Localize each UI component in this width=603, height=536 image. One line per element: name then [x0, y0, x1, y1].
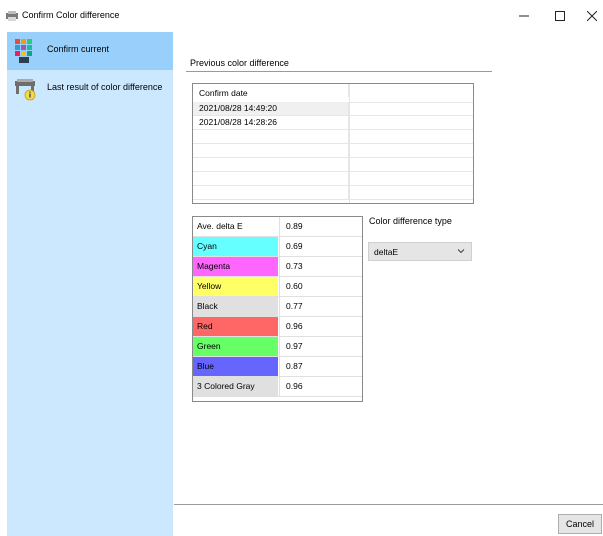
- list-item: [193, 130, 473, 144]
- printer-info-icon: [15, 79, 36, 101]
- sidebar-item-label: Last result of color difference: [47, 82, 163, 92]
- row-name: Green: [193, 337, 278, 356]
- table-row: Green 0.97: [193, 337, 362, 357]
- select-value: deltaE: [374, 247, 399, 257]
- cancel-button[interactable]: Cancel: [558, 514, 602, 534]
- list-item-date: [193, 172, 349, 185]
- minimize-button[interactable]: [510, 4, 538, 28]
- sidebar-item-confirm-current[interactable]: Confirm current: [7, 32, 173, 70]
- color-swatch-icon: [15, 39, 32, 63]
- list-item[interactable]: 2021/08/28 14:49:20: [193, 102, 473, 116]
- color-difference-type-select[interactable]: deltaE: [368, 242, 472, 261]
- list-item-date: 2021/08/28 14:49:20: [193, 102, 349, 115]
- row-value: 0.60: [279, 277, 362, 296]
- list-item: [193, 144, 473, 158]
- table-row: Blue 0.87: [193, 357, 362, 377]
- row-value: 0.69: [279, 237, 362, 256]
- table-row: Cyan 0.69: [193, 237, 362, 257]
- table-row: Red 0.96: [193, 317, 362, 337]
- sidebar-item-label: Confirm current: [47, 44, 110, 54]
- maximize-icon: [555, 11, 565, 21]
- list-item: [193, 186, 473, 200]
- color-difference-type-label: Color difference type: [369, 216, 452, 226]
- close-icon: [587, 11, 597, 21]
- list-item: [193, 158, 473, 172]
- row-value: 0.89: [279, 217, 362, 236]
- window-title: Confirm Color difference: [22, 10, 120, 20]
- row-value: 0.97: [279, 337, 362, 356]
- row-name: 3 Colored Gray: [193, 377, 278, 396]
- row-name: Ave. delta E: [193, 217, 278, 236]
- list-header: Confirm date: [193, 84, 473, 103]
- list-item[interactable]: 2021/08/28 14:28:26: [193, 116, 473, 130]
- row-name: Red: [193, 317, 278, 336]
- table-row: Yellow 0.60: [193, 277, 362, 297]
- table-row: Magenta 0.73: [193, 257, 362, 277]
- row-name: Yellow: [193, 277, 278, 296]
- divider: [186, 71, 492, 72]
- column-header-confirm-date: Confirm date: [193, 84, 349, 98]
- row-name: Blue: [193, 357, 278, 376]
- row-value: 0.73: [279, 257, 362, 276]
- row-value: 0.87: [279, 357, 362, 376]
- divider: [174, 504, 603, 505]
- list-item-date: [193, 130, 349, 143]
- table-row: 3 Colored Gray 0.96: [193, 377, 362, 397]
- close-button[interactable]: [578, 4, 603, 28]
- row-value: 0.96: [279, 377, 362, 396]
- group-title: Previous color difference: [190, 58, 289, 68]
- list-item: [193, 172, 473, 186]
- row-value: 0.77: [279, 297, 362, 316]
- list-item-date: 2021/08/28 14:28:26: [193, 116, 349, 129]
- row-value: 0.96: [279, 317, 362, 336]
- row-name: Magenta: [193, 257, 278, 276]
- list-item-date: [193, 158, 349, 171]
- confirm-date-list[interactable]: Confirm date 2021/08/28 14:49:20 2021/08…: [192, 83, 474, 204]
- row-name: Cyan: [193, 237, 278, 256]
- table-row: Black 0.77: [193, 297, 362, 317]
- sidebar: Confirm current Last result of color dif…: [7, 32, 173, 536]
- list-item-date: [193, 144, 349, 157]
- maximize-button[interactable]: [546, 4, 574, 28]
- color-difference-table: Ave. delta E 0.89 Cyan 0.69 Magenta 0.73…: [192, 216, 363, 402]
- minimize-icon: [519, 15, 529, 17]
- list-item-date: [193, 186, 349, 199]
- printer-app-icon: [6, 11, 18, 21]
- sidebar-item-last-result[interactable]: Last result of color difference: [7, 70, 173, 108]
- row-name: Black: [193, 297, 278, 316]
- chevron-down-icon: [457, 249, 465, 254]
- title-bar: Confirm Color difference: [0, 0, 603, 32]
- table-row: Ave. delta E 0.89: [193, 217, 362, 237]
